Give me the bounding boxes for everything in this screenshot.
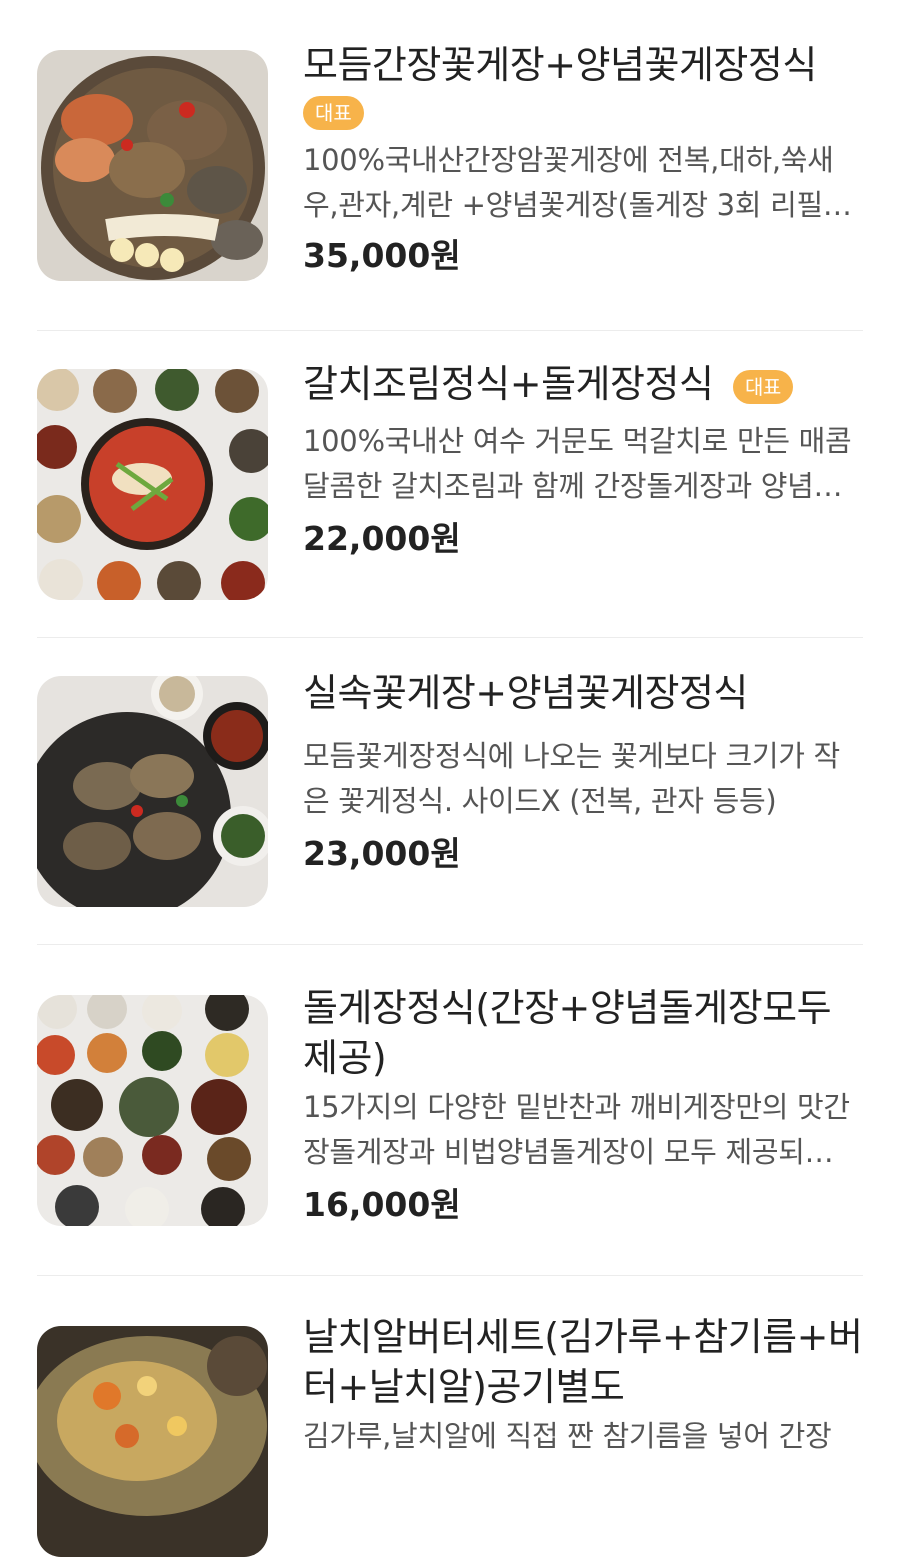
menu-item-price: 35,000원 <box>303 236 461 275</box>
menu-item-title: 날치알버터세트(김가루+참기름+버터+날치알)공기별도 <box>303 1315 863 1409</box>
menu-item-price: 23,000원 <box>303 834 461 873</box>
braised-cutlassfish-set-photo <box>37 369 268 600</box>
menu-item-description: 100%국내산 여수 거문도 먹갈치로 만든 매콤달콤한 갈치조림과 함께 간장… <box>303 424 852 503</box>
menu-item-description: 100%국내산간장암꽃게장에 전복,대하,쑥새우,관자,계란 +양념꽃게장(돌게… <box>303 143 852 222</box>
crab-set-photo <box>37 676 268 907</box>
menu-item-photo[interactable] <box>37 995 268 1226</box>
menu-item-photo[interactable] <box>37 50 268 281</box>
menu-item-description: 15가지의 다양한 밑반찬과 깨비게장만의 맛간장돌게장과 비법양념돌게장이 모… <box>303 1090 850 1169</box>
menu-item-title: 갈치조림정식+돌게장정식 대표 <box>303 359 863 409</box>
menu-item-title: 모듬간장꽃게장+양념꽃게장정식 <box>303 43 817 87</box>
menu-item-photo[interactable] <box>37 1326 268 1557</box>
menu-item-description: 김가루,날치알에 직접 짠 참기름을 넣어 간장 <box>303 1419 832 1453</box>
menu-item-photo[interactable] <box>37 369 268 600</box>
menu-item-photo[interactable] <box>37 676 268 907</box>
menu-item[interactable]: 갈치조림정식+돌게장정식 대표 100%국내산 여수 거문도 먹갈치로 만든 매… <box>37 331 863 638</box>
menu-item[interactable]: 날치알버터세트(김가루+참기름+버터+날치알)공기별도 김가루,날치알에 직접 … <box>37 1276 863 1557</box>
menu-item-description: 모듬꽃게장정식에 나오는 꽃게보다 크기가 작은 꽃게정식. 사이드X (전복,… <box>303 739 840 818</box>
side-dishes-set-photo <box>37 995 268 1226</box>
menu-item-price: 16,000원 <box>303 1185 461 1224</box>
menu-item[interactable]: 돌게장정식(간장+양념돌게장모두제공) 15가지의 다양한 밑반찬과 깨비게장만… <box>37 945 863 1276</box>
menu-item-title: 돌게장정식(간장+양념돌게장모두제공) <box>303 986 832 1080</box>
menu-item-title: 실속꽃게장+양념꽃게장정식 <box>303 671 748 715</box>
representative-badge: 대표 <box>303 96 364 130</box>
menu-item[interactable]: 실속꽃게장+양념꽃게장정식 모듬꽃게장정식에 나오는 꽃게보다 크기가 작은 꽃… <box>37 638 863 945</box>
menu-list: 모듬간장꽃게장+양념꽃게장정식 대표 100%국내산간장암꽃게장에 전복,대하,… <box>0 0 900 1557</box>
flying-fish-roe-butter-photo <box>37 1326 268 1557</box>
representative-badge: 대표 <box>733 369 793 404</box>
crab-platter-photo <box>37 50 268 281</box>
menu-item-title-text: 갈치조림정식+돌게장정식 <box>303 362 714 406</box>
menu-item-price: 22,000원 <box>303 519 461 558</box>
menu-item[interactable]: 모듬간장꽃게장+양념꽃게장정식 대표 100%국내산간장암꽃게장에 전복,대하,… <box>37 0 863 331</box>
